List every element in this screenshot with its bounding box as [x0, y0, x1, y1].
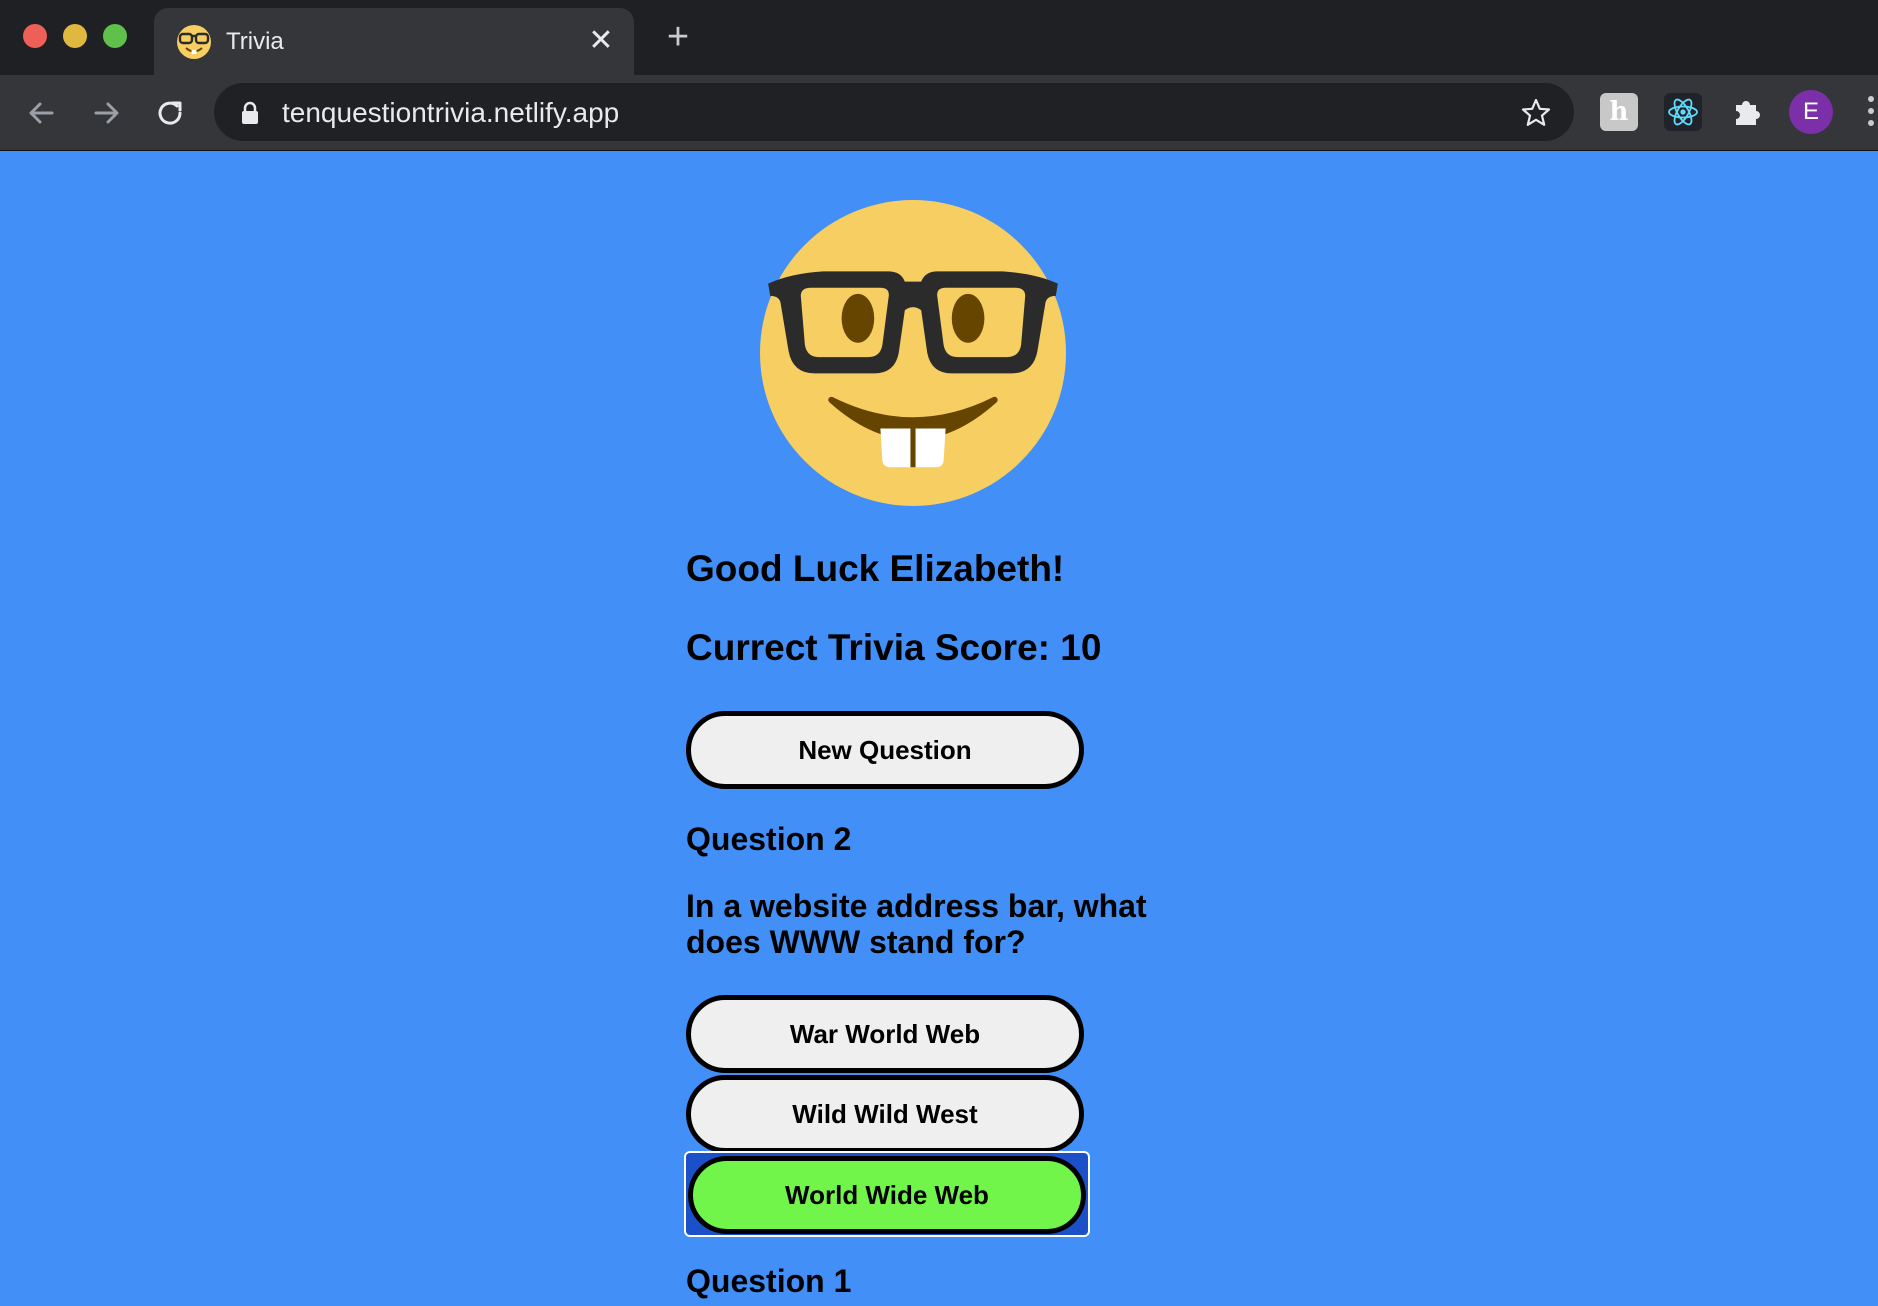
new-question-button[interactable]: New Question — [686, 711, 1084, 789]
forward-arrow-icon[interactable] — [86, 93, 126, 133]
browser-menu-icon[interactable] — [1866, 96, 1878, 132]
browser-titlebar: Trivia ✕ + — [0, 0, 1878, 75]
question-2-title: Question 2 — [686, 821, 852, 857]
back-arrow-icon[interactable] — [22, 93, 62, 133]
close-window-button[interactable] — [23, 24, 47, 48]
lock-icon — [242, 101, 258, 124]
answer-button-war-world-web[interactable]: War World Web — [686, 995, 1084, 1073]
question-1-title: Question 1 — [686, 1263, 852, 1299]
browser-tab[interactable]: Trivia ✕ — [154, 8, 634, 75]
extensions-puzzle-icon[interactable] — [1728, 93, 1766, 131]
profile-avatar[interactable]: E — [1789, 90, 1833, 134]
bookmark-star-icon[interactable] — [1520, 97, 1552, 129]
address-bar[interactable]: tenquestiontrivia.netlify.app — [214, 83, 1574, 141]
score-heading: Currect Trivia Score: 10 — [686, 627, 1102, 668]
minimize-window-button[interactable] — [63, 24, 87, 48]
maximize-window-button[interactable] — [103, 24, 127, 48]
new-tab-button[interactable]: + — [660, 18, 696, 56]
answer-button-world-wide-web[interactable]: World Wide Web — [688, 1156, 1086, 1234]
greeting-heading: Good Luck Elizabeth! — [686, 548, 1065, 589]
focused-answer-outline: World Wide Web — [684, 1151, 1090, 1237]
hypothesis-extension-icon[interactable]: h — [1600, 93, 1638, 131]
reload-icon[interactable] — [150, 93, 190, 133]
nerd-face-emoji-icon — [760, 200, 1066, 506]
url-text[interactable]: tenquestiontrivia.netlify.app — [282, 97, 619, 129]
close-tab-icon[interactable]: ✕ — [584, 24, 618, 58]
tab-title: Trivia — [226, 28, 284, 55]
browser-toolbar: tenquestiontrivia.netlify.app h — [0, 75, 1878, 151]
react-devtools-icon[interactable] — [1664, 93, 1702, 131]
nerd-face-icon — [177, 25, 211, 59]
answer-button-wild-wild-west[interactable]: Wild Wild West — [686, 1075, 1084, 1153]
question-2-text: In a website address bar, what does WWW … — [686, 888, 1147, 960]
